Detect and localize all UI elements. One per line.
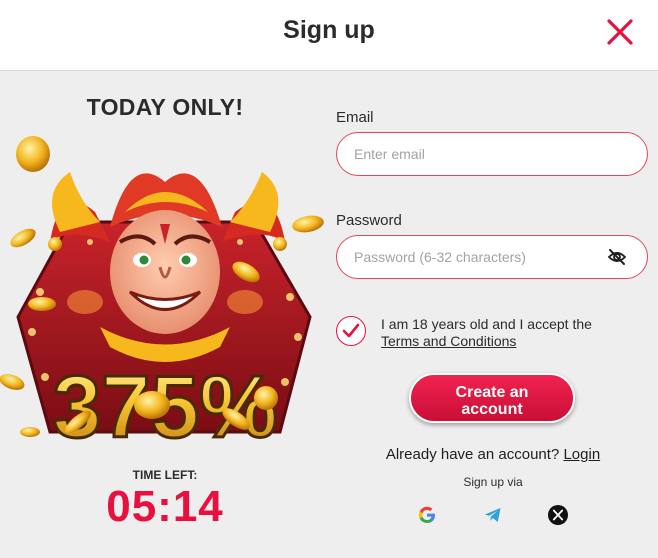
countdown-timer: 05:14	[106, 482, 224, 531]
age-consent-text: I am 18 years old and I accept the Terms…	[381, 316, 649, 350]
create-account-button[interactable]: Create an account	[409, 373, 575, 423]
create-account-line1: Create an	[455, 384, 529, 401]
login-link[interactable]: Login	[563, 446, 600, 463]
telegram-icon[interactable]	[482, 504, 504, 526]
time-left-label: TIME LEFT:	[132, 468, 198, 482]
checkmark-icon	[342, 323, 360, 338]
login-row: Already have an account? Login	[336, 446, 650, 463]
email-input[interactable]	[354, 133, 594, 174]
x-icon[interactable]	[547, 504, 569, 526]
password-label: Password	[336, 212, 402, 229]
have-account-text: Already have an account?	[385, 446, 560, 463]
create-account-line2: account	[461, 401, 523, 418]
terms-link[interactable]: Terms and Conditions	[381, 333, 516, 349]
google-icon[interactable]	[416, 504, 438, 526]
modal-title: Sign up	[283, 16, 375, 44]
email-label: Email	[336, 109, 374, 126]
password-input[interactable]	[354, 236, 594, 277]
promo-panel: TODAY ONLY! TIME LEFT: 05:14	[0, 72, 330, 558]
close-icon[interactable]	[604, 16, 636, 48]
password-input-box[interactable]	[336, 235, 648, 279]
modal-header: Sign up	[0, 0, 658, 71]
jester-promo-image: 375%	[0, 136, 324, 458]
age-consent-row: I am 18 years old and I accept the Terms…	[336, 316, 650, 356]
age-consent-label: I am 18 years old and I accept the	[381, 316, 592, 332]
email-input-box[interactable]	[336, 132, 648, 176]
promo-title: TODAY ONLY!	[86, 94, 244, 120]
eye-slash-icon[interactable]	[607, 248, 627, 266]
signup-form: Email Password I am 18 years old and I a…	[336, 72, 650, 558]
age-checkbox[interactable]	[336, 316, 366, 346]
signup-via-label: Sign up via	[463, 475, 523, 489]
